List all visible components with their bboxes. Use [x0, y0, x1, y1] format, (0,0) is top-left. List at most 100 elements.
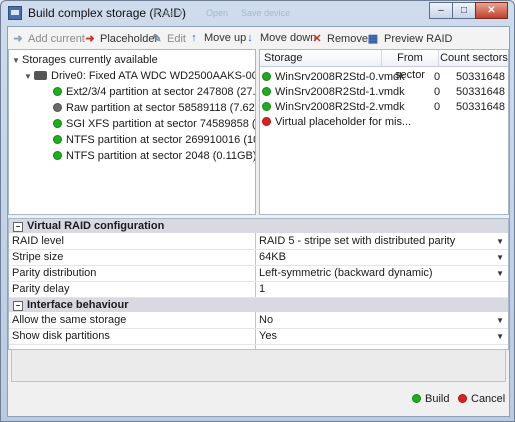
- property-value[interactable]: Yes: [259, 329, 277, 344]
- from-sector-cell: 0: [434, 101, 441, 113]
- dropdown-arrow-icon[interactable]: ▼: [496, 313, 504, 328]
- move-down-label: Move down: [260, 32, 317, 44]
- category-label: Virtual RAID configuration: [27, 220, 165, 232]
- property-label: Parity delay: [12, 283, 70, 295]
- move-down-button[interactable]: ↓ Move down: [244, 32, 316, 44]
- arrow-down-icon: ↓: [247, 32, 253, 44]
- table-row[interactable]: WinSrv2008R2Std-1.vmdk 0 50331648: [262, 85, 508, 99]
- hard-drive-icon: [34, 71, 47, 80]
- remove-button[interactable]: ✕ Remove: [311, 32, 368, 45]
- placeholder-button[interactable]: ➜ Placeholder: [84, 32, 158, 45]
- table-row[interactable]: Virtual placeholder for mis...: [262, 115, 508, 129]
- property-show-disk-partitions[interactable]: Show disk partitions Yes ▼: [9, 329, 508, 345]
- raid-storage-list: Storage From sector Count sectors WinSrv…: [259, 49, 509, 215]
- tree-partition-item[interactable]: NTFS partition at sector 269910016 (104.…: [53, 133, 255, 147]
- app-icon: [8, 6, 22, 20]
- arrow-right-red-icon: ➜: [85, 33, 95, 45]
- tree-drive-item[interactable]: ▼ Drive0: Fixed ATA WDC WD2500AAKS-00L9A0: [24, 69, 255, 83]
- preview-raid-label: Preview RAID: [384, 33, 453, 45]
- collapse-arrow-icon: ▼: [24, 72, 32, 81]
- status-green-icon: [53, 119, 62, 128]
- property-label: Parity distribution: [12, 267, 97, 279]
- property-value[interactable]: 64KB: [259, 250, 286, 265]
- tree-root-item[interactable]: ▼ Storages currently available: [12, 53, 158, 67]
- edit-button[interactable]: ✎ Edit: [151, 32, 186, 45]
- count-sectors-cell: 50331648: [456, 101, 505, 113]
- ghost-menu-open: Open: [206, 8, 229, 18]
- property-raid-level[interactable]: RAID level RAID 5 - stripe set with dist…: [9, 234, 508, 250]
- storage-tree-panel: ▼ Storages currently available ▼ Drive0: F…: [8, 49, 256, 215]
- status-green-icon: [53, 135, 62, 144]
- ghost-menu-save-device: Save device: [241, 8, 291, 18]
- build-label: Build: [425, 393, 450, 405]
- preview-raid-icon: ▦: [367, 33, 379, 45]
- cancel-label: Cancel: [471, 393, 506, 405]
- property-grid: − Virtual RAID configuration RAID level R…: [8, 218, 509, 350]
- column-header-count-sectors[interactable]: Count sectors: [439, 50, 508, 67]
- tree-root-label: Storages currently available: [22, 54, 158, 66]
- add-current-label: Add current: [28, 33, 85, 45]
- preview-raid-button[interactable]: ▦ Preview RAID: [366, 32, 453, 45]
- property-label: Show disk partitions: [12, 330, 110, 342]
- title-bar: Build complex storage (RAID) Refresh Ope…: [1, 1, 514, 25]
- remove-icon: ✕: [312, 33, 322, 45]
- tree-partition-item[interactable]: Ext2/3/4 partition at sector 247808 (27.…: [53, 85, 255, 99]
- partition-label: NTFS partition at sector 269910016 (104.…: [66, 134, 255, 146]
- move-up-button[interactable]: ↑ Move up: [188, 32, 246, 44]
- property-label: Stripe size: [12, 251, 64, 263]
- add-current-button[interactable]: ➜ Add current: [12, 32, 85, 45]
- column-header-from-sector[interactable]: From sector: [382, 50, 439, 81]
- property-allow-same-storage[interactable]: Allow the same storage No ▼: [9, 313, 508, 329]
- property-value[interactable]: Left-symmetric (backward dynamic): [259, 266, 433, 281]
- partition-label: SGI XFS partition at sector 74589858 (93…: [66, 118, 256, 130]
- property-value[interactable]: No: [259, 313, 273, 328]
- remove-label: Remove: [327, 33, 368, 45]
- property-label: RAID level: [12, 235, 64, 247]
- collapse-box-icon: −: [13, 301, 23, 311]
- storage-name: WinSrv2008R2Std-2.vmdk: [275, 101, 405, 113]
- dropdown-arrow-icon[interactable]: ▼: [496, 329, 504, 344]
- property-parity-delay[interactable]: Parity delay 1: [9, 282, 508, 298]
- property-description-panel: [11, 349, 506, 382]
- dialog-client: ➜ Add current ➜ Placeholder ✎ Edit ↑ Move up…: [7, 26, 510, 417]
- status-green-icon: [53, 87, 62, 96]
- storage-name: Virtual placeholder for mis...: [275, 116, 412, 128]
- table-row[interactable]: WinSrv2008R2Std-2.vmdk 0 50331648: [262, 100, 508, 114]
- cancel-icon: [458, 394, 467, 403]
- cancel-button[interactable]: Cancel: [458, 393, 505, 405]
- property-value[interactable]: 1: [259, 282, 265, 297]
- status-green-icon: [53, 151, 62, 160]
- from-sector-cell: 0: [434, 71, 441, 83]
- count-sectors-cell: 50331648: [456, 71, 505, 83]
- status-gray-icon: [53, 103, 62, 112]
- table-row[interactable]: WinSrv2008R2Std-0.vmdk 0 50331648: [262, 70, 508, 84]
- tree-partition-item[interactable]: NTFS partition at sector 2048 (0.11GB): [53, 149, 255, 163]
- column-header-storage[interactable]: Storage: [260, 50, 382, 67]
- collapse-box-icon: −: [13, 222, 23, 232]
- property-parity-distribution[interactable]: Parity distribution Left-symmetric (back…: [9, 266, 508, 282]
- dropdown-arrow-icon[interactable]: ▼: [496, 234, 504, 249]
- dropdown-arrow-icon[interactable]: ▼: [496, 250, 504, 265]
- raid-builder-window: Build complex storage (RAID) Refresh Ope…: [0, 0, 515, 422]
- build-button[interactable]: Build: [412, 393, 449, 405]
- tree-partition-item[interactable]: Raw partition at sector 58589118 (7.62GB…: [53, 101, 256, 115]
- tree-drive-label: Drive0: Fixed ATA WDC WD2500AAKS-00L9A0: [51, 70, 255, 82]
- category-interface-behaviour[interactable]: − Interface behaviour: [9, 298, 508, 312]
- close-button[interactable]: ✕: [475, 2, 508, 19]
- storage-name: WinSrv2008R2Std-1.vmdk: [275, 86, 405, 98]
- minimize-button[interactable]: –: [429, 2, 453, 19]
- tree-partition-item[interactable]: SGI XFS partition at sector 74589858 (93…: [53, 117, 256, 131]
- count-sectors-cell: 50331648: [456, 86, 505, 98]
- dropdown-arrow-icon[interactable]: ▼: [496, 266, 504, 281]
- category-label: Interface behaviour: [27, 299, 129, 311]
- property-stripe-size[interactable]: Stripe size 64KB ▼: [9, 250, 508, 266]
- build-icon: [412, 394, 421, 403]
- property-value[interactable]: RAID 5 - stripe set with distributed par…: [259, 234, 455, 249]
- partition-label: Raw partition at sector 58589118 (7.62GB…: [66, 102, 256, 114]
- toolbar: ➜ Add current ➜ Placeholder ✎ Edit ↑ Move up…: [8, 27, 509, 49]
- category-virtual-raid[interactable]: − Virtual RAID configuration: [9, 219, 508, 233]
- arrow-right-icon: ➜: [13, 33, 23, 45]
- move-up-label: Move up: [204, 32, 247, 44]
- from-sector-cell: 0: [434, 86, 441, 98]
- maximize-button[interactable]: □: [452, 2, 476, 19]
